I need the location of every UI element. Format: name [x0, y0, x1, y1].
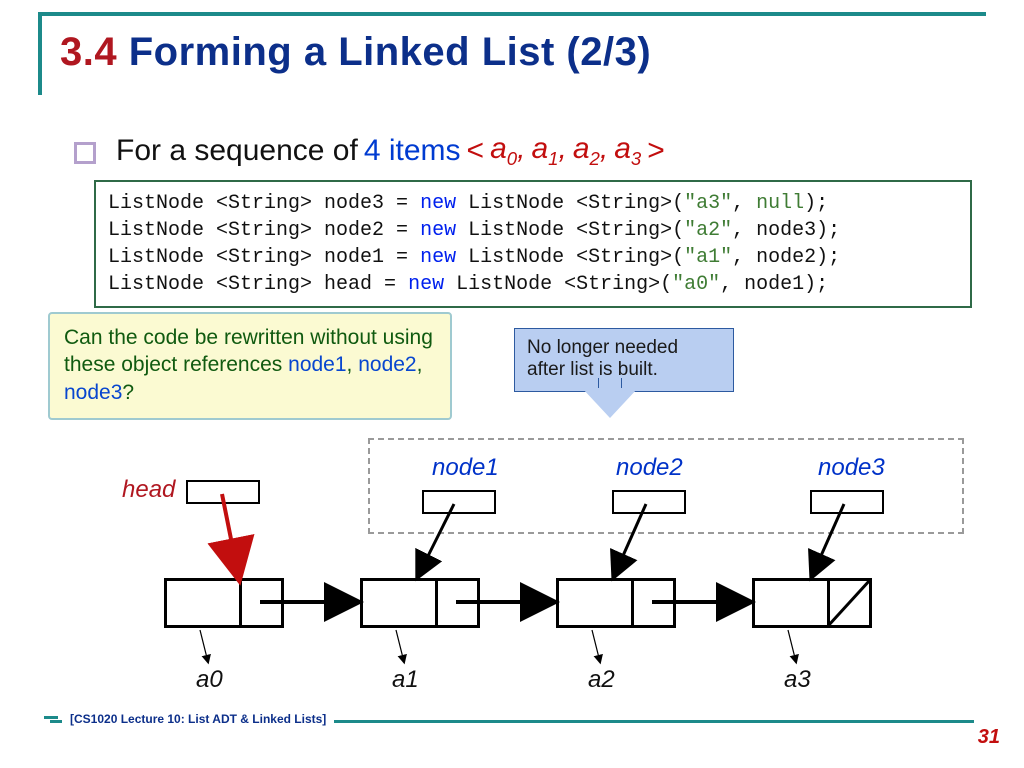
ref-node3: node3 [64, 381, 122, 404]
arrow-a3-data [788, 630, 796, 662]
footer-dash-icon [44, 716, 58, 719]
footer-lecture-ref: [CS1020 Lecture 10: List ADT & Linked Li… [62, 712, 334, 726]
arrow-a2-data [592, 630, 600, 662]
bullet-square-icon [74, 142, 96, 164]
label-head: head [122, 476, 175, 504]
listnode-a2 [556, 578, 676, 628]
refbox-node2 [612, 490, 686, 514]
seq-close: > [647, 134, 665, 168]
listnode-a1 [360, 578, 480, 628]
arrow-a1-data [396, 630, 404, 662]
seq-open: < [467, 134, 485, 168]
code-line-4: ListNode <String> head = new ListNode <S… [108, 271, 958, 298]
label-node1: node1 [432, 454, 499, 482]
data-label-a1: a1 [392, 666, 419, 694]
question-callout: Can the code be rewritten without using … [48, 312, 452, 420]
label-node3: node3 [818, 454, 885, 482]
code-line-2: ListNode <String> node2 = new ListNode <… [108, 217, 958, 244]
slide: 3.4 Forming a Linked List (2/3) For a se… [0, 0, 1024, 768]
slide-title: 3.4 Forming a Linked List (2/3) [60, 30, 986, 75]
refbox-node1 [422, 490, 496, 514]
code-line-3: ListNode <String> node1 = new ListNode <… [108, 244, 958, 271]
ref-node1: node1 [288, 353, 346, 376]
title-text: Forming a Linked List (2/3) [129, 30, 651, 74]
seq-a3: a3 [614, 132, 641, 170]
note-callout: No longer needed after list is built. [514, 328, 734, 392]
bullet-item-count: 4 items [364, 134, 461, 168]
arrow-head-to-a0 [222, 494, 238, 574]
label-node2: node2 [616, 454, 683, 482]
seq-a2: a2, [573, 132, 608, 170]
note-line1: No longer needed [527, 337, 721, 359]
bullet-prefix: For a sequence of [116, 134, 358, 168]
title-section-number: 3.4 [60, 30, 117, 74]
obsolete-refs-group [368, 438, 964, 534]
refbox-node3 [810, 490, 884, 514]
code-line-1: ListNode <String> node3 = new ListNode <… [108, 190, 958, 217]
listnode-a0 [164, 578, 284, 628]
data-label-a3: a3 [784, 666, 811, 694]
arrow-a0-data [200, 630, 208, 662]
data-label-a2: a2 [588, 666, 615, 694]
listnode-a3 [752, 578, 872, 628]
seq-a0: a0, [490, 132, 525, 170]
sequence-bullet: For a sequence of 4 items < a0, a1, a2, … [74, 132, 665, 170]
callout-down-arrow-icon [582, 388, 638, 418]
code-snippet: ListNode <String> node3 = new ListNode <… [94, 180, 972, 308]
refbox-head [186, 480, 260, 504]
data-label-a0: a0 [196, 666, 223, 694]
note-line2: after list is built. [527, 359, 721, 381]
title-border: 3.4 Forming a Linked List (2/3) [38, 12, 986, 95]
seq-a1: a1, [531, 132, 566, 170]
page-number: 31 [978, 726, 1000, 749]
ref-node2: node2 [358, 353, 416, 376]
